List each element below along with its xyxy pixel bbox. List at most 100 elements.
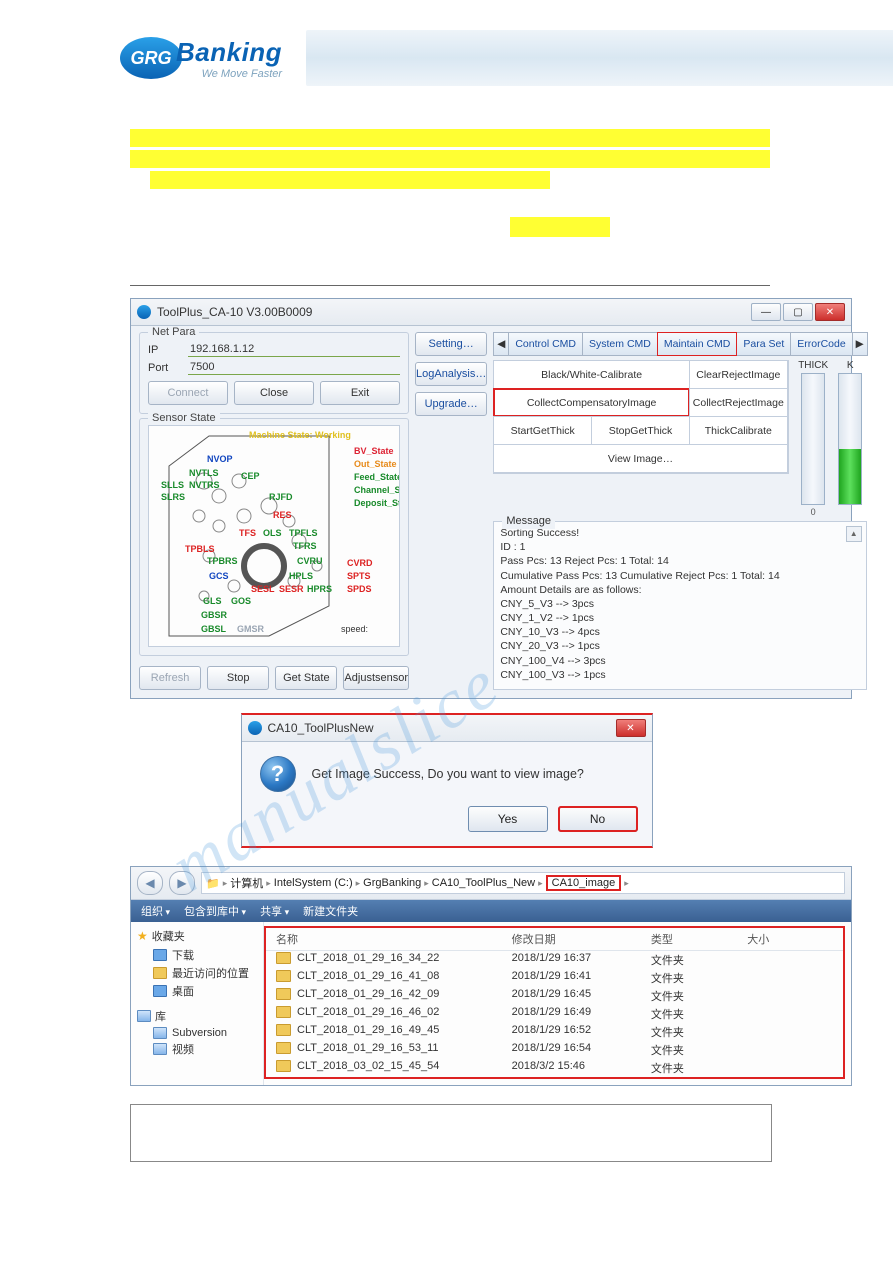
- file-row[interactable]: CLT_2018_01_29_16_42_092018/1/29 16:45文件…: [266, 987, 843, 1005]
- cmd-collect-reject-image[interactable]: CollectRejectImage: [689, 388, 788, 417]
- nav-subversion[interactable]: Subversion: [137, 1026, 257, 1040]
- net-para-group: Net Para IP 192.168.1.12 Port 7500 Conne…: [139, 332, 409, 414]
- cmd-collect-compensatory-image[interactable]: CollectCompensatoryImage: [493, 388, 690, 417]
- port-value[interactable]: 7500: [188, 360, 400, 375]
- tab-system-cmd[interactable]: System CMD: [582, 332, 658, 356]
- cmd-thick-calibrate[interactable]: ThickCalibrate: [689, 416, 788, 445]
- stop-button[interactable]: Stop: [207, 666, 269, 690]
- out-state: Out_State: [354, 459, 397, 469]
- get-state-button[interactable]: Get State: [275, 666, 337, 690]
- crumb[interactable]: IntelSystem (C:): [274, 877, 353, 889]
- tab-control-cmd[interactable]: Control CMD: [508, 332, 583, 356]
- upgrade-button[interactable]: Upgrade…: [415, 392, 487, 416]
- sensor-lbl: SPDS: [347, 584, 372, 594]
- group-title: Sensor State: [148, 412, 220, 424]
- tb-include-lib[interactable]: 包含到库中: [184, 903, 246, 919]
- nav-forward-button[interactable]: ▶: [169, 871, 195, 895]
- nav-back-button[interactable]: ◀: [137, 871, 163, 895]
- col-date[interactable]: 修改日期: [512, 931, 651, 947]
- group-title: Net Para: [148, 326, 199, 338]
- highlight-line-4: [510, 217, 610, 237]
- folder-icon: [153, 967, 167, 979]
- nav-desktop[interactable]: 桌面: [137, 982, 257, 1000]
- cmd-grid: Black/White-Calibrate ClearRejectImage C…: [493, 360, 788, 474]
- gauge-k-label: K: [847, 360, 854, 371]
- exit-button[interactable]: Exit: [320, 381, 400, 405]
- sensor-lbl: GBSR: [201, 610, 227, 620]
- msg-line: Amount Details are as follows:: [500, 583, 859, 597]
- tb-organize[interactable]: 组织: [141, 903, 170, 919]
- sensor-lbl: GCS: [209, 571, 229, 581]
- file-row[interactable]: CLT_2018_01_29_16_49_452018/1/29 16:52文件…: [266, 1023, 843, 1041]
- breadcrumb[interactable]: 📁▸ 计算机▸ IntelSystem (C:)▸ GrgBanking▸ CA…: [201, 872, 845, 894]
- scroll-up-icon[interactable]: ▲: [846, 526, 862, 542]
- crumb[interactable]: GrgBanking: [363, 877, 421, 889]
- highlight-line-1: [130, 129, 770, 147]
- file-row[interactable]: CLT_2018_01_29_16_34_222018/1/29 16:37文件…: [266, 951, 843, 969]
- file-row[interactable]: CLT_2018_03_02_15_45_542018/3/2 15:46文件夹: [266, 1059, 843, 1077]
- file-list: 名称 修改日期 类型 大小 CLT_2018_01_29_16_34_22201…: [264, 926, 845, 1079]
- cmd-bw-calibrate[interactable]: Black/White-Calibrate: [493, 360, 690, 389]
- sensor-lbl: GLS: [203, 596, 222, 606]
- crumb-current[interactable]: CA10_image: [546, 875, 622, 891]
- crumb[interactable]: CA10_ToolPlus_New: [432, 877, 535, 889]
- log-analysis-button[interactable]: LogAnalysis…: [415, 362, 487, 386]
- cmd-stop-get-thick[interactable]: StopGetThick: [591, 416, 690, 445]
- sensor-lbl: OLS: [263, 528, 282, 538]
- maximize-button[interactable]: ▢: [783, 303, 813, 321]
- tab-maintain-cmd[interactable]: Maintain CMD: [657, 332, 738, 356]
- sensor-lbl: GOS: [231, 596, 251, 606]
- close-button[interactable]: ✕: [815, 303, 845, 321]
- explorer-toolbar: 组织 包含到库中 共享 新建文件夹: [131, 900, 851, 922]
- sensor-lbl: NVTRS: [189, 480, 220, 490]
- close-conn-button[interactable]: Close: [234, 381, 314, 405]
- no-button[interactable]: No: [558, 806, 638, 832]
- highlight-line-3: [150, 171, 550, 189]
- cmd-tabs: ◀ Control CMD System CMD Maintain CMD Pa…: [493, 332, 866, 356]
- cmd-view-image[interactable]: View Image…: [493, 444, 787, 473]
- tb-new-folder[interactable]: 新建文件夹: [303, 903, 358, 919]
- col-type[interactable]: 类型: [651, 931, 747, 947]
- col-size[interactable]: 大小: [747, 931, 833, 947]
- msg-line: CNY_20_V3 --> 1pcs: [500, 639, 859, 653]
- sensor-lbl: RES: [273, 510, 292, 520]
- brand-slogan: We Move Faster: [176, 68, 282, 80]
- refresh-button[interactable]: Refresh: [139, 666, 201, 690]
- doc-header: GRG Banking We Move Faster: [0, 0, 893, 96]
- yes-button[interactable]: Yes: [468, 806, 548, 832]
- gauges: THICK 0 K: [797, 360, 867, 517]
- msg-line: CNY_1_V2 --> 1pcs: [500, 611, 859, 625]
- sensor-lbl: HPLS: [289, 571, 313, 581]
- ip-value[interactable]: 192.168.1.12: [188, 342, 400, 357]
- nav-recent[interactable]: 最近访问的位置: [137, 964, 257, 982]
- sensor-lbl: SESR: [279, 584, 304, 594]
- col-name[interactable]: 名称: [276, 931, 512, 947]
- sensor-lbl: HPRS: [307, 584, 332, 594]
- file-row[interactable]: CLT_2018_01_29_16_41_082018/1/29 16:41文件…: [266, 969, 843, 987]
- tab-para-set[interactable]: Para Set: [736, 332, 791, 356]
- cmd-start-get-thick[interactable]: StartGetThick: [493, 416, 592, 445]
- sensor-lbl: CVRU: [297, 556, 323, 566]
- setting-button[interactable]: Setting…: [415, 332, 487, 356]
- tab-nav-right[interactable]: ▶: [852, 332, 868, 356]
- minimize-button[interactable]: ―: [751, 303, 781, 321]
- tab-error-code[interactable]: ErrorCode: [790, 332, 852, 356]
- nav-video[interactable]: 视频: [137, 1040, 257, 1058]
- file-row[interactable]: CLT_2018_01_29_16_53_112018/1/29 16:54文件…: [266, 1041, 843, 1059]
- tb-share[interactable]: 共享: [260, 903, 289, 919]
- dialog-close-button[interactable]: ✕: [616, 719, 646, 737]
- nav-libraries[interactable]: 库: [137, 1008, 257, 1024]
- folder-icon: [276, 970, 291, 982]
- explorer-address-bar: ◀ ▶ 📁▸ 计算机▸ IntelSystem (C:)▸ GrgBanking…: [131, 867, 851, 900]
- library-icon: [153, 1027, 167, 1039]
- star-icon: ★: [137, 929, 148, 943]
- cmd-clear-reject-image[interactable]: ClearRejectImage: [689, 360, 788, 389]
- crumb[interactable]: 计算机: [230, 875, 263, 891]
- adjust-sensor-button[interactable]: Adjustsensor: [343, 666, 409, 690]
- connect-button[interactable]: Connect: [148, 381, 228, 405]
- ip-label: IP: [148, 344, 182, 356]
- tab-nav-left[interactable]: ◀: [493, 332, 509, 356]
- nav-favorites[interactable]: ★收藏夹: [137, 928, 257, 944]
- nav-downloads[interactable]: 下载: [137, 946, 257, 964]
- file-row[interactable]: CLT_2018_01_29_16_46_022018/1/29 16:49文件…: [266, 1005, 843, 1023]
